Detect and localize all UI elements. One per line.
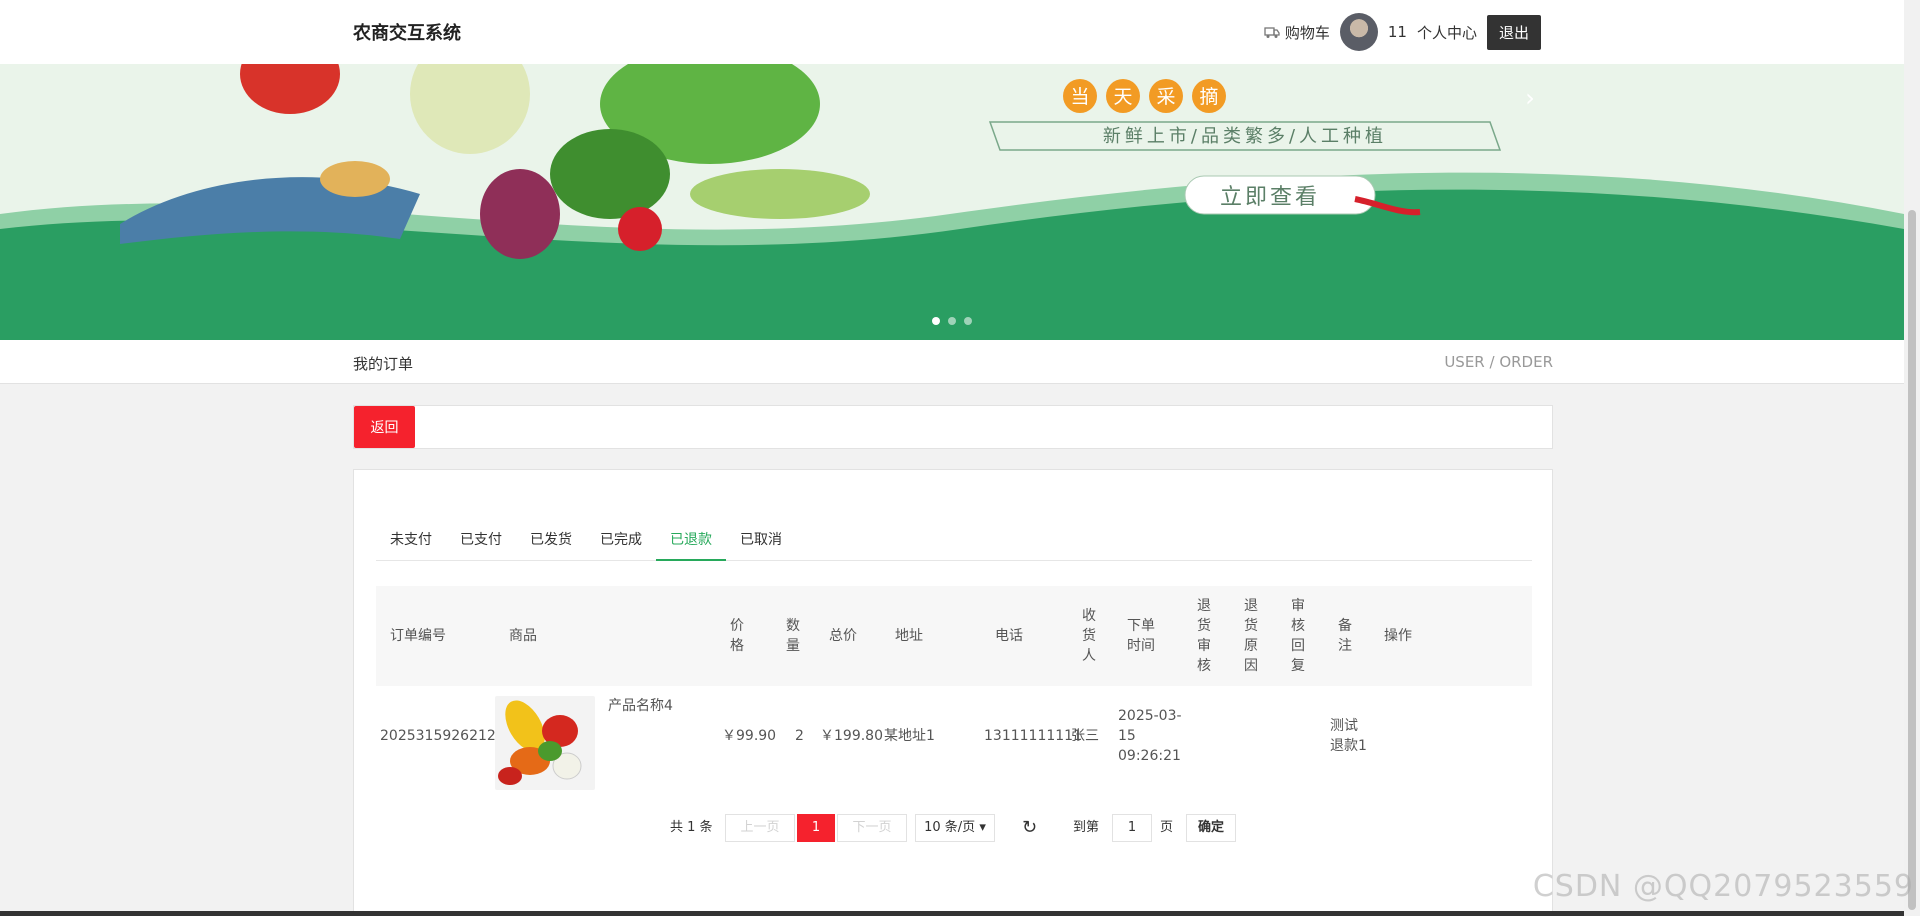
banner-subtitle: 新鲜上市/品类繁多/人工种植 — [1103, 126, 1387, 147]
page-title: 我的订单 — [353, 355, 414, 373]
profile-link[interactable]: 个人中心 — [1417, 22, 1477, 43]
page-size-value: 10 条/页 — [924, 820, 976, 835]
page-1-button[interactable]: 1 — [797, 814, 835, 842]
breadcrumb: USER / ORDER — [1444, 353, 1553, 371]
truck-icon — [1264, 27, 1280, 38]
carousel-dot[interactable] — [932, 317, 940, 325]
banner-image: 当 天 采 摘 新鲜上市/品类繁多/人工种植 立即查看 › — [0, 64, 1904, 340]
col-total: 总价 — [829, 628, 857, 644]
col-return-review: 退货审核 — [1197, 598, 1211, 674]
svg-text:当: 当 — [1070, 86, 1089, 108]
carousel-indicators — [932, 317, 972, 325]
tab-unpaid[interactable]: 未支付 — [376, 528, 446, 561]
banner-carousel[interactable]: 当 天 采 摘 新鲜上市/品类繁多/人工种植 立即查看 › — [0, 64, 1904, 340]
orders-panel: 未支付 已支付 已发货 已完成 已退款 已取消 订单编号 商品 价格 数量 总价… — [353, 469, 1553, 916]
page-scrollbar[interactable] — [1904, 0, 1920, 916]
pagination: 共 1 条 上一页 1 下一页 10 条/页 ▾ ↻ 到第 1 页 确定 — [354, 814, 1554, 844]
col-qty: 数量 — [786, 618, 800, 654]
header-actions: 购物车 11 个人中心 退出 — [1264, 13, 1541, 51]
order-status-tabs: 未支付 已支付 已发货 已完成 已退款 已取消 — [376, 528, 1532, 561]
prev-page-button[interactable]: 上一页 — [725, 814, 795, 842]
page-title-bar: 我的订单 USER / ORDER — [0, 340, 1904, 384]
goto-label: 到第 — [1073, 820, 1100, 835]
col-address: 地址 — [895, 628, 923, 644]
tab-refunded[interactable]: 已退款 — [656, 528, 726, 561]
svg-text:采: 采 — [1156, 86, 1175, 108]
cart-label: 购物车 — [1284, 23, 1330, 42]
carousel-dot[interactable] — [964, 317, 972, 325]
site-title[interactable]: 农商交互系统 — [353, 19, 461, 45]
col-price: 价格 — [730, 618, 744, 654]
banner-cta[interactable]: 立即查看 — [1220, 185, 1320, 210]
back-button[interactable]: 返回 — [354, 406, 415, 448]
col-remark: 备注 — [1338, 618, 1352, 654]
svg-text:天: 天 — [1113, 86, 1132, 108]
cell-price: ￥99.90 — [722, 728, 777, 744]
watermark: CSDN @QQ2079523559 — [1532, 869, 1914, 904]
tab-paid[interactable]: 已支付 — [446, 528, 516, 561]
cell-remark-line2: 退款1 — [1330, 738, 1367, 754]
refresh-icon[interactable]: ↻ — [1022, 814, 1037, 842]
goto-page-input[interactable]: 1 — [1112, 814, 1152, 842]
logout-button[interactable]: 退出 — [1486, 14, 1541, 50]
col-product: 商品 — [509, 628, 537, 644]
chevron-down-icon: ▾ — [979, 820, 986, 835]
table-header: 订单编号 商品 价格 数量 总价 地址 电话 收货人 下单时间 退货审核 退货原… — [376, 586, 1532, 686]
username: 11 — [1387, 23, 1407, 41]
cell-order-time-day: 15 — [1118, 728, 1136, 744]
cell-product-name[interactable]: 产品名称4 — [608, 696, 673, 716]
tab-cancelled[interactable]: 已取消 — [726, 528, 796, 561]
tab-completed[interactable]: 已完成 — [586, 528, 656, 561]
col-action: 操作 — [1384, 628, 1412, 644]
goto-confirm-button[interactable]: 确定 — [1186, 814, 1236, 842]
cell-order-no: 20253159262125 — [380, 728, 505, 744]
col-phone: 电话 — [995, 628, 1023, 644]
cell-order-time-clock: 09:26:21 — [1118, 748, 1181, 764]
svg-text:摘: 摘 — [1199, 86, 1218, 108]
cell-address: 某地址1 — [884, 728, 935, 744]
cell-total: ￥199.80 — [820, 728, 883, 744]
col-return-reason: 退货原因 — [1244, 598, 1258, 674]
scrollbar-thumb[interactable] — [1908, 210, 1916, 910]
page-size-select[interactable]: 10 条/页 ▾ — [915, 814, 995, 842]
cell-phone: 13111111111 — [984, 728, 1082, 744]
cart-link[interactable]: 购物车 — [1264, 22, 1330, 43]
product-image — [495, 696, 595, 790]
cell-order-time-date: 2025-03- — [1118, 708, 1182, 724]
col-receiver: 收货人 — [1082, 608, 1096, 664]
cell-qty: 2 — [795, 728, 804, 744]
table-row: 20253159262125 产品名称4 ￥99.90 2 ￥199.80 某地… — [376, 686, 1532, 790]
top-navbar: 农商交互系统 购物车 11 个人中心 退出 — [0, 0, 1904, 64]
pagination-total: 共 1 条 — [670, 820, 713, 835]
col-order-no: 订单编号 — [390, 628, 446, 644]
col-review-reply: 审核回复 — [1291, 598, 1305, 674]
cell-remark-line1: 测试 — [1330, 718, 1358, 734]
carousel-next-icon[interactable]: › — [1525, 84, 1535, 112]
tab-shipped[interactable]: 已发货 — [516, 528, 586, 561]
user-avatar[interactable] — [1339, 13, 1378, 51]
carousel-dot[interactable] — [948, 317, 956, 325]
col-order-time: 下单时间 — [1127, 618, 1155, 654]
bottom-edge — [0, 911, 1904, 916]
action-bar: 返回 — [353, 405, 1553, 449]
cell-receiver: 张三 — [1071, 728, 1099, 744]
page-unit-label: 页 — [1160, 820, 1174, 835]
next-page-button[interactable]: 下一页 — [837, 814, 907, 842]
